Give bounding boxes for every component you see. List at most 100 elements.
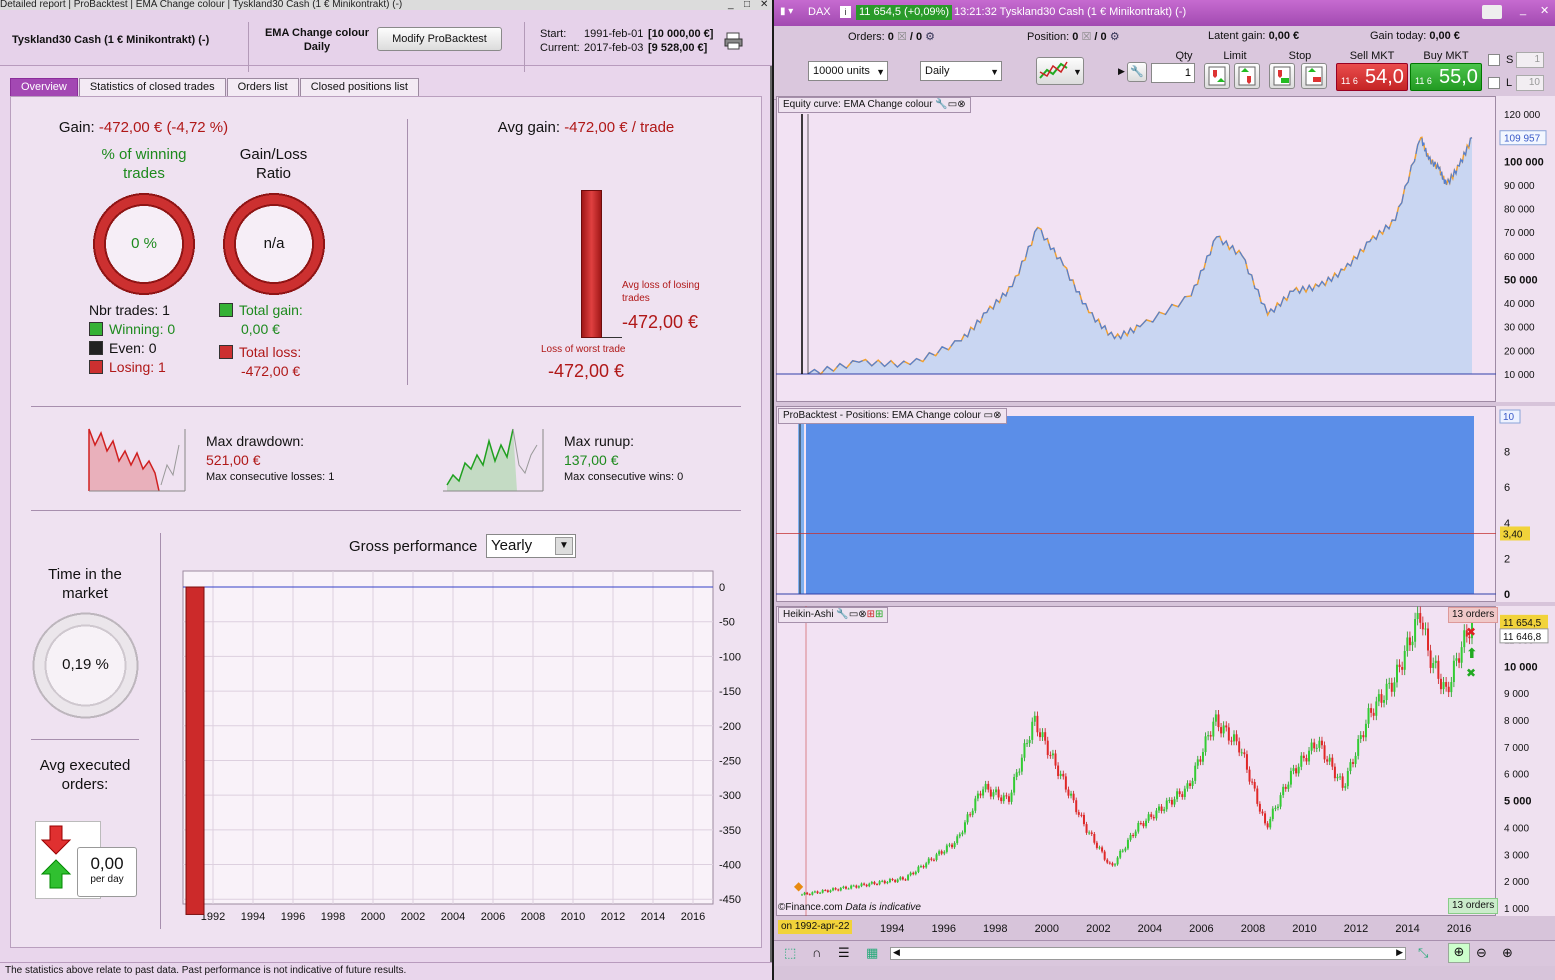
close-pane-icon[interactable]: ⊗	[858, 609, 866, 620]
list-icon[interactable]: ☰	[838, 945, 850, 961]
orders-tag-bottom[interactable]: 13 orders	[1448, 898, 1499, 914]
x-tick-label: 2010	[561, 911, 585, 923]
worst-trade-marker	[602, 337, 622, 338]
units-select[interactable]: 10000 units ▼	[808, 61, 888, 81]
ha-candle	[1080, 814, 1083, 816]
qty-input[interactable]	[1151, 63, 1195, 83]
orders-settings-icon[interactable]: ⚙	[925, 31, 935, 43]
grid-icon[interactable]: ▦	[866, 945, 878, 961]
ha-candle	[1305, 757, 1308, 762]
ha-candle	[1124, 848, 1127, 851]
close-pane-icon[interactable]: ⊗	[993, 410, 1001, 421]
instrument-symbol[interactable]: DAX	[808, 6, 831, 18]
max-consec-losses: Max consecutive losses: 1	[206, 471, 335, 483]
ha-candle	[1212, 721, 1215, 737]
keyboard-icon[interactable]	[1482, 5, 1502, 19]
window-menu-icon[interactable]: ▮ ▾	[780, 6, 793, 17]
position-settings-icon[interactable]: ⚙	[1110, 31, 1120, 43]
ha-candle	[927, 858, 930, 864]
info-icon[interactable]: i	[840, 6, 851, 18]
avg-gain-value: -472,00 € / trade	[564, 119, 675, 136]
print-icon[interactable]	[724, 32, 744, 50]
scroll-right-icon[interactable]: ▶	[1396, 947, 1403, 958]
ha-candle	[1349, 762, 1352, 772]
equity-y-tick: 20 000	[1504, 346, 1535, 357]
tab-statistics-closed-trades[interactable]: Statistics of closed trades	[78, 78, 226, 96]
ha-candle	[1274, 807, 1277, 809]
close-icon[interactable]: ✕	[1540, 4, 1549, 17]
ha-candle	[1038, 732, 1041, 738]
minimize-icon[interactable]: _	[728, 0, 734, 10]
auto-scroll-icon[interactable]: ⤡	[1418, 945, 1428, 961]
chart-title: 13:21:32 Tyskland30 Cash (1 € Minikontra…	[954, 6, 1187, 18]
equity-area	[808, 137, 1472, 374]
divider	[160, 533, 161, 929]
orders-tag-top[interactable]: 13 orders	[1448, 607, 1499, 623]
chart-type-button[interactable]: ▼	[1036, 57, 1084, 85]
gross-perf-period-select[interactable]: Yearly ▼	[486, 534, 576, 558]
window-icon[interactable]: ▭	[984, 410, 993, 421]
s-input[interactable]: 1	[1516, 52, 1544, 68]
ha-candle	[989, 789, 992, 797]
ha-candle	[1372, 712, 1375, 716]
orders-value-total: / 0	[909, 31, 923, 43]
max-drawdown-value: 521,00 €	[206, 452, 261, 468]
tab-overview[interactable]: Overview	[10, 78, 78, 96]
buy-mkt-button[interactable]: 11 6 55,0	[1410, 63, 1482, 91]
wrench-icon[interactable]: 🔧	[1127, 62, 1147, 82]
tab-closed-positions-list[interactable]: Closed positions list	[299, 78, 419, 96]
ha-candle	[974, 798, 977, 811]
close-icon[interactable]: ✕	[760, 0, 768, 10]
ha-candle	[865, 884, 868, 887]
wrench-icon[interactable]: 🔧	[836, 609, 848, 620]
ha-candle	[1258, 803, 1261, 812]
chart-tools-icon[interactable]: ⬚	[784, 945, 796, 961]
limit-sell-button[interactable]	[1234, 63, 1260, 89]
magnet-icon[interactable]: ∩	[812, 945, 821, 960]
stop-sell-button[interactable]	[1301, 63, 1327, 89]
modify-probacktest-button[interactable]: Modify ProBacktest	[377, 27, 502, 51]
ha-candle	[1026, 743, 1029, 745]
maximize-icon[interactable]: □	[744, 0, 750, 10]
l-checkbox[interactable]	[1488, 77, 1500, 89]
chevron-down-icon[interactable]: ▼	[555, 537, 573, 555]
zoom-out-icon[interactable]: ⊖	[1476, 945, 1487, 961]
x-tick-label: 1996	[281, 911, 305, 923]
close-pane-icon[interactable]: ⊗	[957, 99, 965, 110]
price-tag2: 11 646,8	[1503, 632, 1542, 643]
l-input[interactable]: 10	[1516, 75, 1544, 91]
ha-candle	[1119, 850, 1122, 858]
zoom-fit-icon[interactable]: ⊕	[1448, 943, 1470, 963]
add-indicator-icon[interactable]: ⊞	[867, 609, 875, 620]
ha-candle	[819, 892, 822, 894]
chevron-down-icon: ▼	[876, 67, 885, 77]
tab-orders-list[interactable]: Orders list	[226, 78, 299, 96]
horizontal-scrollbar[interactable]: ◀ ▶	[890, 947, 1406, 960]
ha-candle	[1072, 793, 1075, 801]
zoom-in-icon[interactable]: ⊕	[1502, 945, 1513, 961]
gross-perf-label: Gross performance	[349, 538, 478, 555]
expand-toolbar-icon[interactable]: ▶	[1118, 66, 1125, 77]
window-icon[interactable]: ▭	[948, 99, 957, 110]
minimize-icon[interactable]: _	[1520, 4, 1526, 16]
close-position-icon[interactable]: ☒	[1081, 31, 1091, 43]
s-checkbox[interactable]	[1488, 54, 1500, 66]
stop-buy-button[interactable]	[1269, 63, 1295, 89]
ha-candle	[1437, 660, 1440, 679]
limit-buy-button[interactable]	[1204, 63, 1230, 89]
wrench-icon[interactable]: 🔧	[935, 99, 947, 110]
timeframe-select[interactable]: Daily ▼	[920, 61, 1002, 81]
equity-y-tick: 30 000	[1504, 323, 1535, 334]
chart-bottom-toolbar: ⬚ ∩ ☰ ▦ ◀ ▶ ⤡ ⊕ ⊖ ⊕	[774, 940, 1555, 966]
cancel-orders-icon[interactable]: ☒	[897, 31, 907, 43]
gain-today: Gain today: 0,00 €	[1370, 30, 1460, 42]
ha-candle	[1411, 641, 1414, 646]
ha-candle	[1204, 736, 1207, 753]
x-tick-label: 1996	[931, 923, 955, 935]
window-icon[interactable]: ▭	[849, 609, 858, 620]
ha-candle	[1282, 786, 1285, 796]
ha-candle	[1106, 859, 1109, 863]
add-order-icon[interactable]: ⊞	[875, 609, 883, 620]
sell-mkt-button[interactable]: 11 6 54,0	[1336, 63, 1408, 91]
scroll-left-icon[interactable]: ◀	[893, 947, 900, 958]
